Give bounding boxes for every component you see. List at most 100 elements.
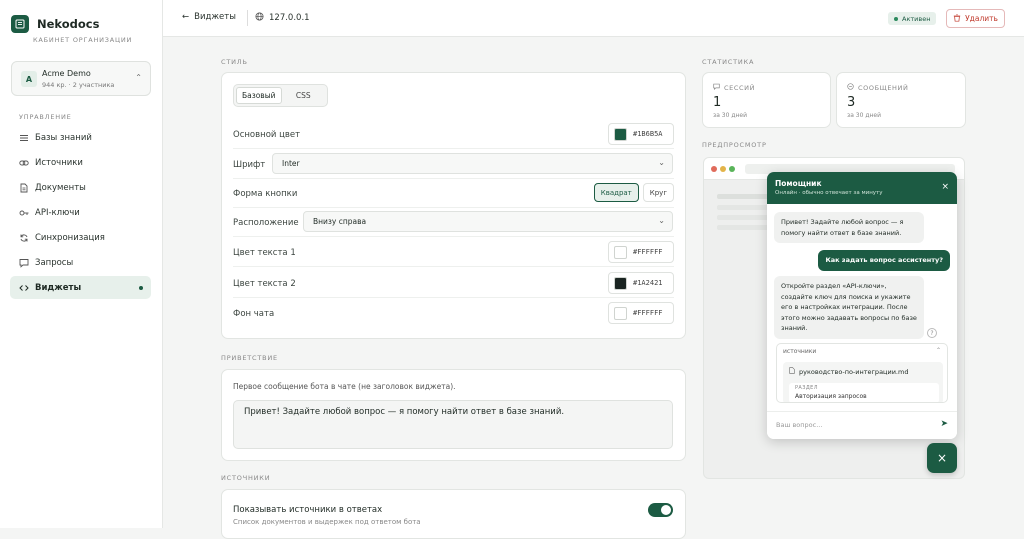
org-meta: 944 кр. · 2 участника [42,81,115,89]
color-swatch [614,246,627,259]
org-name: Acme Demo [42,69,91,78]
sources-card: Показывать источники в ответах Список до… [221,489,686,539]
brand-name: Nekodocs [37,17,100,31]
sessions-label: СЕССИЙ [713,83,755,92]
brand-logo-icon [11,15,29,33]
brand-subtitle: КАБИНЕТ ОРГАНИЗАЦИИ [33,36,133,44]
message-icon [847,83,854,92]
button-shape-label: Форма кнопки [233,189,298,199]
tab-css[interactable]: CSS [282,87,326,104]
sidebar-item-api-keys[interactable]: API-ключи [10,201,151,224]
help-icon[interactable]: ? [927,328,937,338]
color-value: #1A2421 [633,279,663,287]
sidebar: Nekodocs КАБИНЕТ ОРГАНИЗАЦИИ A Acme Demo… [0,0,163,528]
chat-bg-picker[interactable]: #FFFFFF [608,302,674,324]
close-icon: × [936,451,948,465]
primary-color-label: Основной цвет [233,130,301,140]
style-tabs: Базовый CSS [233,84,328,107]
sync-icon [19,233,29,243]
code-icon [19,283,29,293]
primary-color-picker[interactable]: #1B6B5A [608,123,674,145]
sidebar-item-label: Синхронизация [35,232,105,243]
chevron-up-icon: ⌃ [135,73,142,82]
sidebar-item-widgets[interactable]: Виджеты [10,276,151,299]
database-icon [19,133,29,143]
font-label: Шрифт [233,160,266,170]
sidebar-item-label: Виджеты [35,282,82,293]
chat-input-bar: Ваш вопрос... ➤ [767,411,957,439]
font-row: Шрифт Inter ⌄ [233,150,674,179]
source-section-label: РАЗДЕЛ [795,385,818,391]
chat-icon [713,83,720,92]
chevron-up-icon[interactable]: ⌃ [936,347,941,354]
greeting-section-title: ПРИВЕТСТВИЕ [221,354,278,362]
chat-bg-row: Фон чата #FFFFFF [233,299,674,328]
color-value: #FFFFFF [633,248,663,256]
greeting-textarea[interactable]: Привет! Задайте любой вопрос — я помогу … [233,400,673,449]
sidebar-item-requests[interactable]: Запросы [10,251,151,274]
host-label: 127.0.0.1 [269,13,310,23]
chat-input[interactable]: Ваш вопрос... [776,421,822,429]
font-value: Inter [282,159,300,168]
sidebar-item-sync[interactable]: Синхронизация [10,226,151,249]
position-select[interactable]: Внизу справа ⌄ [303,211,673,232]
breadcrumb-divider [247,10,248,26]
org-switcher[interactable]: A Acme Demo 944 кр. · 2 участника ⌃ [11,61,151,96]
text-color-1-row: Цвет текста 1 #FFFFFF [233,238,674,267]
text-color-1-picker[interactable]: #FFFFFF [608,241,674,263]
delete-button[interactable]: Удалить [946,9,1005,28]
sources-panel: источники ⌃ руководство-по-интеграции.md… [776,343,948,403]
position-value: Внизу справа [313,217,367,226]
messages-stat-card: СООБЩЕНИЙ 3 за 30 дней [836,72,966,128]
status-dot-icon [894,16,898,21]
document-icon [19,183,29,193]
widget-host: 127.0.0.1 [255,12,310,24]
key-icon [19,208,29,218]
sessions-stat-card: СЕССИЙ 1 за 30 дней [702,72,831,128]
source-file: руководство-по-интеграции.md [789,367,908,376]
trash-icon [953,13,961,24]
back-link[interactable]: ← Виджеты [182,12,236,22]
send-icon[interactable]: ➤ [940,419,948,429]
sidebar-item-documents[interactable]: Документы [10,176,151,199]
show-sources-subtitle: Список документов и выдержек под ответом… [233,518,421,526]
topbar: ← Виджеты 127.0.0.1 Активен Удалить [163,0,1024,37]
chat-title: Помощник [775,179,822,188]
sidebar-item-sources[interactable]: Источники [10,151,151,174]
sessions-period: за 30 дней [713,112,747,119]
shape-square-option[interactable]: Квадрат [593,183,639,202]
delete-label: Удалить [965,14,998,23]
font-select[interactable]: Inter ⌄ [272,153,673,174]
text-color-2-picker[interactable]: #1A2421 [608,272,674,294]
greeting-hint: Первое сообщение бота в чате (не заголов… [233,382,456,391]
sidebar-item-knowledge-bases[interactable]: Базы знаний [10,126,151,149]
messages-label: СООБЩЕНИЙ [847,83,908,92]
window-dot-icon [720,166,726,172]
user-message: Как задать вопрос ассистенту? [818,250,950,271]
brand[interactable]: Nekodocs [11,15,99,33]
shape-circle-option[interactable]: Круг [642,183,674,202]
chevron-down-icon: ⌄ [658,216,665,225]
chat-icon [19,258,29,268]
sidebar-item-label: Базы знаний [35,132,92,143]
text-color-1-label: Цвет текста 1 [233,248,296,258]
globe-icon [255,12,264,24]
link-icon [19,158,29,168]
show-sources-toggle[interactable] [648,503,673,517]
close-icon[interactable]: × [941,182,949,192]
sidebar-item-label: API-ключи [35,207,80,218]
chat-window: Помощник Онлайн · обычно отвечает за мин… [767,172,957,439]
sources-panel-header[interactable]: источники [783,348,816,355]
source-item[interactable]: руководство-по-интеграции.md РАЗДЕЛ Авто… [783,362,943,402]
color-value: #FFFFFF [633,309,663,317]
window-dot-icon [711,166,717,172]
arrow-left-icon: ← [182,12,190,22]
text-color-2-label: Цвет текста 2 [233,279,296,289]
window-dot-icon [729,166,735,172]
chat-launcher-close-button[interactable]: × [927,443,957,473]
back-label: Виджеты [194,12,236,22]
messages-label-text: СООБЩЕНИЙ [858,83,909,92]
preview-section-title: ПРЕДПРОСМОТР [702,141,767,149]
status-badge: Активен [888,12,937,25]
tab-basic[interactable]: Базовый [236,87,282,104]
